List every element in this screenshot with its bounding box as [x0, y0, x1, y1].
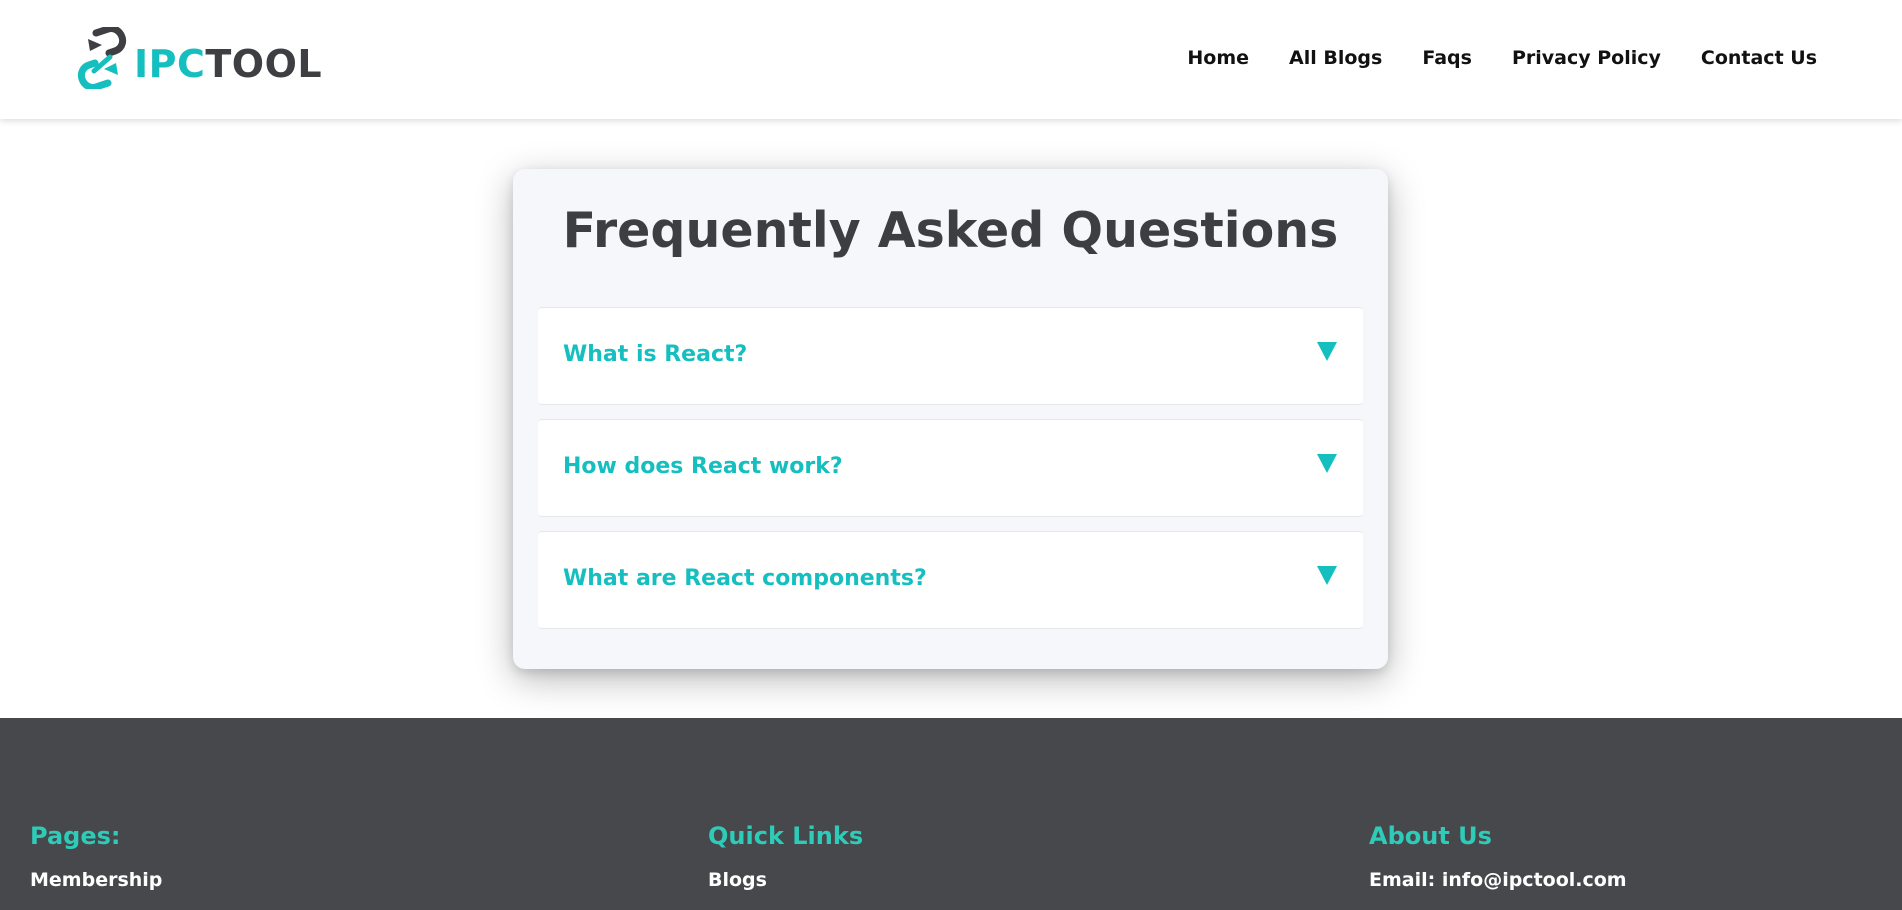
footer-pages: Pages: Membership	[30, 822, 162, 892]
footer-email: Email: info@ipctool.com	[1369, 869, 1627, 892]
footer-quick-links-heading: Quick Links	[708, 822, 864, 850]
site-header: IPCTOOL Home All Blogs Faqs Privacy Poli…	[0, 0, 1902, 119]
link-icon	[77, 27, 127, 89]
logo-text-tool: TOOL	[205, 42, 323, 86]
faq-item[interactable]: How does React work?	[538, 419, 1363, 517]
nav-home[interactable]: Home	[1187, 47, 1249, 69]
nav-privacy-policy[interactable]: Privacy Policy	[1512, 47, 1661, 69]
faq-question: What is React?	[563, 342, 748, 367]
footer-pages-heading: Pages:	[30, 822, 121, 850]
footer-link-membership[interactable]: Membership	[30, 869, 162, 891]
logo[interactable]: IPCTOOL	[74, 27, 322, 89]
logo-text: IPCTOOL	[134, 45, 322, 83]
triangle-down-icon[interactable]	[1317, 454, 1337, 473]
triangle-down-icon[interactable]	[1317, 566, 1337, 585]
faq-question: How does React work?	[563, 454, 843, 479]
site-footer: Pages: Membership Quick Links Blogs Abou…	[0, 718, 1902, 910]
faq-item[interactable]: What are React components?	[538, 531, 1363, 629]
footer-quick-links: Quick Links Blogs	[708, 822, 864, 892]
main-nav: Home All Blogs Faqs Privacy Policy Conta…	[1147, 47, 1817, 69]
footer-link-blogs[interactable]: Blogs	[708, 869, 863, 891]
nav-contact-us[interactable]: Contact Us	[1701, 47, 1817, 69]
faq-title: Frequently Asked Questions	[562, 202, 1339, 259]
footer-about-heading: About Us	[1369, 822, 1492, 850]
logo-text-ipc: IPC	[134, 42, 206, 86]
faq-question: What are React components?	[563, 566, 927, 591]
faq-card: Frequently Asked Questions What is React…	[513, 169, 1388, 669]
triangle-down-icon[interactable]	[1317, 342, 1337, 361]
nav-all-blogs[interactable]: All Blogs	[1289, 47, 1382, 69]
footer-about: About Us Email: info@ipctool.com	[1369, 822, 1627, 892]
faq-item[interactable]: What is React?	[538, 307, 1363, 405]
nav-faqs[interactable]: Faqs	[1422, 47, 1472, 69]
